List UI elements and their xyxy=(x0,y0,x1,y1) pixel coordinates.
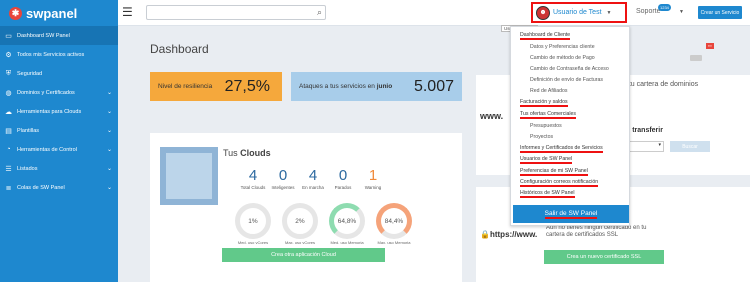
attacks-stat: Ataques a tus servicios en junio 5.007 xyxy=(291,72,462,101)
lock-icon: 🔒 xyxy=(480,230,490,239)
search-domain-button[interactable]: Buscar xyxy=(670,141,710,152)
sidebar-item-queues[interactable]: ≣ Colas de SW Panel ⌄ xyxy=(0,178,118,197)
caret-down-icon: ▼ xyxy=(606,9,612,16)
sidebar-item-label: Colas de SW Panel xyxy=(17,184,65,191)
count-running[interactable]: 4 En marcha xyxy=(298,167,328,190)
menu-item-change-password[interactable]: Cambio de Contraseña de Acceso xyxy=(530,66,609,72)
count-warning[interactable]: 1 Warning xyxy=(358,167,388,190)
sidebar-item-domains[interactable]: ◍ Dominios y Certificados ⌄ xyxy=(0,83,118,102)
menu-item-projects[interactable]: Proyectos xyxy=(530,134,553,140)
sidebar-item-label: Herramientas para Clouds xyxy=(17,108,82,115)
domains-text: n tu cartera de dominios xyxy=(623,81,699,88)
chevron-down-icon: ⌄ xyxy=(106,128,112,134)
page-title: Dashboard xyxy=(150,42,209,56)
sidebar-item-label: Listados xyxy=(17,165,38,172)
www-label: www. xyxy=(480,111,504,121)
gear-icon: ⚙ xyxy=(5,51,12,59)
create-cert-button[interactable]: Crea un nuevo certificado SSL xyxy=(544,250,664,264)
sidebar: ✱ swpanel ▭ Dashboard SW Panel ⚙ Todos mis… xyxy=(0,0,118,282)
resilience-value: 27,5% xyxy=(224,77,270,95)
menu-item-notification-emails[interactable]: Configuración correos notificación xyxy=(520,179,599,187)
count-total[interactable]: 4 Total Clouds xyxy=(238,167,268,190)
document-icon: ▤ xyxy=(5,127,12,135)
menu-item-preferences[interactable]: Preferencias de mi SW Panel xyxy=(520,168,588,176)
clouds-card: Tus Clouds 4 Total Clouds 0 Inteligentes 4… xyxy=(150,133,462,282)
attacks-label: Ataques a tus servicios en junio xyxy=(299,83,393,90)
sidebar-nav: ▭ Dashboard SW Panel ⚙ Todos mis Servicios… xyxy=(0,26,118,197)
menu-item-quotes[interactable]: Presupuestos xyxy=(530,123,562,129)
topbar: ☰ ⌕ ☻ Usuario de Test ▼ Soporte 1234 ▼ C… xyxy=(118,0,750,26)
chevron-down-icon: ⌄ xyxy=(106,90,112,96)
gauge-max-vcores: 2% Max. uso vCores xyxy=(279,203,321,245)
search-input[interactable]: ⌕ xyxy=(146,5,326,20)
queue-icon: ≣ xyxy=(5,184,12,192)
clouds-title: Tus Clouds xyxy=(223,148,271,158)
gauge-max-memory: 84,4% Max. uso Memoria xyxy=(373,203,415,245)
attacks-value: 5.007 xyxy=(413,77,454,95)
mini-toggle[interactable] xyxy=(690,55,702,61)
chevron-down-icon: ⌄ xyxy=(106,147,112,153)
list-icon: ☰ xyxy=(5,165,12,173)
sidebar-item-templates[interactable]: ▤ Plantillas ⌄ xyxy=(0,121,118,140)
resilience-stat: Nivel de resiliencia 27,5% xyxy=(150,72,282,101)
sidebar-item-label: Todos mis Servicios activos xyxy=(17,51,85,58)
usage-gauges: 1% Med. uso vCores 2% Max. uso vCores 64,8… xyxy=(232,203,415,245)
chevron-down-icon: ⌄ xyxy=(106,185,112,191)
menu-item-billing[interactable]: Facturación y saldos xyxy=(520,99,568,107)
cloud-illustration-icon xyxy=(160,147,218,205)
https-label: 🔒https://www. xyxy=(480,230,538,239)
menu-item-reports[interactable]: Informes y Certificados de Servicios xyxy=(520,145,603,153)
create-cloud-button[interactable]: Crea otra aplicación Cloud xyxy=(222,248,385,262)
gauge-med-memory: 64,8% Med. uso Memoria xyxy=(326,203,368,245)
chevron-down-icon: ⌄ xyxy=(106,109,112,115)
sidebar-item-label: Dashboard SW Panel xyxy=(17,32,70,39)
menu-item-invoice-delivery[interactable]: Definición de envío de Facturas xyxy=(530,77,603,83)
menu-item-affiliates[interactable]: Red de Afiliados xyxy=(530,88,568,94)
user-menu-button[interactable]: ☻ Usuario de Test ▼ xyxy=(531,2,627,23)
user-name: Usuario de Test xyxy=(553,9,602,16)
sidebar-item-security[interactable]: ⛨ Seguridad xyxy=(0,64,118,83)
logout-button[interactable]: Salir de SW Panel xyxy=(513,205,629,223)
support-link[interactable]: Soporte xyxy=(636,8,661,15)
sidebar-item-cloud-tools[interactable]: ☁ Herramientas para Clouds ⌄ xyxy=(0,102,118,121)
gauge-med-vcores: 1% Med. uso vCores xyxy=(232,203,274,245)
menu-item-users[interactable]: Usuarios de SW Panel xyxy=(520,156,573,164)
count-smart[interactable]: 0 Inteligentes xyxy=(268,167,298,190)
brand-logo[interactable]: ✱ swpanel xyxy=(0,0,118,26)
globe-icon: ◍ xyxy=(5,89,12,97)
monitor-icon: ▭ xyxy=(5,32,12,40)
transfer-label: o transferir xyxy=(626,127,663,134)
search-icon[interactable]: ⌕ xyxy=(317,7,322,18)
count-stopped[interactable]: 0 Parados xyxy=(328,167,358,190)
gauge-icon: ◔ xyxy=(6,146,11,153)
user-dropdown-menu: Dashboard de Cliente Datos y Preferencia… xyxy=(510,26,630,226)
sidebar-item-label: Herramientas de Control xyxy=(17,146,77,153)
shield-icon: ⛨ xyxy=(5,69,12,77)
sidebar-item-services[interactable]: ⚙ Todos mis Servicios activos xyxy=(0,45,118,64)
cloud-icon: ☁ xyxy=(5,108,12,116)
menu-item-client-data[interactable]: Datos y Preferencias cliente xyxy=(530,44,595,50)
brand-name: swpanel xyxy=(26,5,78,21)
menu-item-payment-method[interactable]: Cambio de método de Pago xyxy=(530,55,595,61)
new-service-button[interactable]: Crear un Servicio xyxy=(698,6,742,19)
cloud-counts: 4 Total Clouds 0 Inteligentes 4 En marcha 0… xyxy=(238,167,388,190)
sidebar-item-label: Seguridad xyxy=(17,70,43,77)
resilience-label: Nivel de resiliencia xyxy=(158,83,213,90)
swpanel-logo-icon: ✱ xyxy=(9,6,22,20)
support-badge: 1234 xyxy=(658,4,671,11)
sidebar-item-listings[interactable]: ☰ Listados ⌄ xyxy=(0,159,118,178)
sidebar-item-control-tools[interactable]: ◔ Herramientas de Control ⌄ xyxy=(0,140,118,159)
sidebar-item-label: Plantillas xyxy=(17,127,40,134)
sidebar-item-label: Dominios y Certificados xyxy=(17,89,75,96)
caret-down-icon[interactable]: ▼ xyxy=(679,9,684,15)
hamburger-menu-icon[interactable]: ☰ xyxy=(122,6,133,18)
menu-item-history[interactable]: Históricos de SW Panel xyxy=(520,190,575,198)
mini-badge: ▪▪▪ xyxy=(706,43,714,49)
chevron-down-icon: ⌄ xyxy=(106,166,112,172)
menu-item-client-dashboard[interactable]: Dashboard de Cliente xyxy=(520,32,571,40)
sidebar-item-dashboard[interactable]: ▭ Dashboard SW Panel xyxy=(0,26,118,45)
certs-text: Aún no tienes ningún certificado en tu c… xyxy=(546,225,647,238)
menu-item-offers[interactable]: Tus ofertas Comerciales xyxy=(520,111,577,119)
avatar: ☻ xyxy=(536,5,550,20)
